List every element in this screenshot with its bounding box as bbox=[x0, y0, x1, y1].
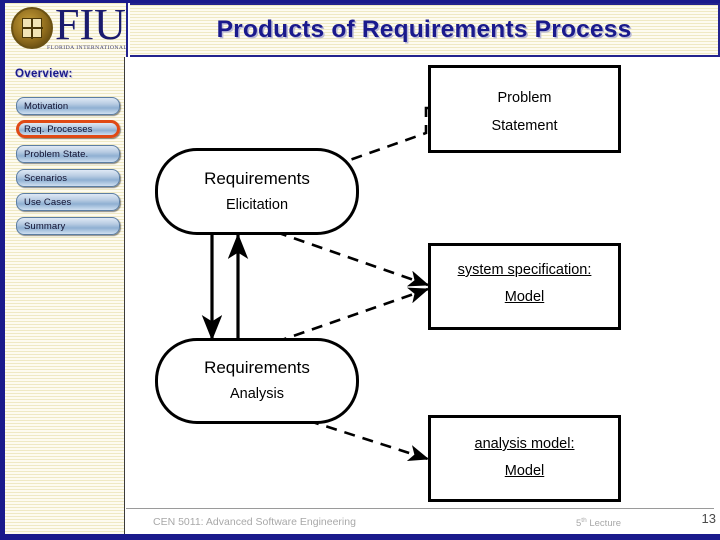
sidebar-item-label: Problem State. bbox=[24, 148, 89, 160]
sidebar-heading: Overview: bbox=[15, 68, 73, 80]
node-line-1: Requirements bbox=[204, 358, 310, 377]
sidebar-item-label: Summary bbox=[24, 220, 66, 232]
diagram-connectors bbox=[201, 106, 430, 461]
node-line-1: analysis model: bbox=[474, 436, 575, 452]
node-problem-statement: Problem Statement bbox=[428, 65, 621, 153]
footer-lecture-word: Lecture bbox=[589, 518, 622, 530]
node-line-1: Requirements bbox=[204, 169, 310, 188]
sidebar-item-scenarios[interactable]: Scenarios bbox=[16, 169, 120, 187]
node-line-2: Model bbox=[504, 289, 545, 305]
footer-lecture-suffix: th bbox=[581, 517, 587, 524]
fiu-logo-letters: FIU bbox=[55, 3, 126, 49]
sidebar-item-summary[interactable]: Summary bbox=[16, 217, 120, 235]
sidebar: Overview: Motivation Req. Processes Prob… bbox=[5, 57, 125, 534]
node-line-2: Elicitation bbox=[225, 197, 289, 213]
fiu-logo: FIU FLORIDA INTERNATIONAL UNIVERSITY bbox=[5, 3, 128, 57]
sidebar-item-label: Motivation bbox=[24, 100, 69, 112]
diagram-canvas: Problem Statement Requirements Elicitati… bbox=[126, 57, 720, 534]
slide-bottom-border bbox=[0, 534, 720, 540]
node-line-1: Problem bbox=[497, 90, 552, 106]
connector-elicitation-to-system-spec bbox=[275, 230, 430, 287]
fiu-seal-shield-icon bbox=[22, 18, 43, 39]
footer-lecture-label: 5th Lecture bbox=[576, 517, 621, 529]
slide-footer: CEN 5011: Advanced Software Engineering … bbox=[126, 508, 720, 534]
sidebar-item-label: Use Cases bbox=[24, 196, 72, 208]
sidebar-item-use-cases[interactable]: Use Cases bbox=[16, 193, 120, 211]
footer-course-label: CEN 5011: Advanced Software Engineering bbox=[153, 516, 356, 528]
page-title: Products of Requirements Process bbox=[216, 16, 632, 43]
node-requirements-elicitation: Requirements Elicitation bbox=[155, 148, 359, 235]
node-line-2: Model bbox=[504, 463, 545, 479]
fiu-seal-icon bbox=[11, 7, 53, 49]
sidebar-item-label: Req. Processes bbox=[24, 123, 93, 135]
node-system-specification: system specification: Model bbox=[428, 243, 621, 330]
node-line-2: Analysis bbox=[230, 386, 284, 402]
slide: FIU FLORIDA INTERNATIONAL UNIVERSITY Pro… bbox=[0, 0, 720, 540]
sidebar-item-label: Scenarios bbox=[24, 172, 68, 184]
connector-analysis-to-system-spec bbox=[275, 287, 430, 344]
node-line-1: system specification: bbox=[457, 262, 592, 278]
sidebar-item-problem-state[interactable]: Problem State. bbox=[16, 145, 120, 163]
node-requirements-analysis: Requirements Analysis bbox=[155, 338, 359, 424]
sidebar-item-req-processes[interactable]: Req. Processes bbox=[16, 120, 120, 138]
footer-divider bbox=[126, 508, 714, 509]
node-line-2: Statement bbox=[491, 118, 558, 134]
fiu-logo-subtitle: FLORIDA INTERNATIONAL UNIVERSITY bbox=[47, 45, 128, 51]
sidebar-item-motivation[interactable]: Motivation bbox=[16, 97, 120, 115]
slide-number: 13 bbox=[701, 511, 716, 526]
title-bar: Products of Requirements Process bbox=[130, 3, 720, 57]
slide-header: FIU FLORIDA INTERNATIONAL UNIVERSITY Pro… bbox=[5, 3, 720, 57]
node-analysis-model: analysis model: Model bbox=[428, 415, 621, 502]
